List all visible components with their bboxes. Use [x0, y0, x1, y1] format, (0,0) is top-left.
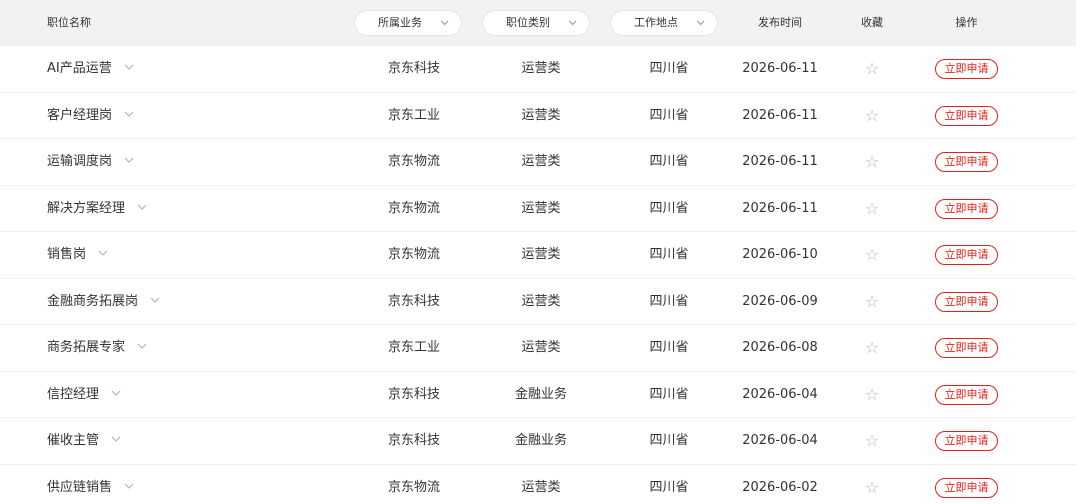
table-row[interactable]: 商务拓展专家 京东工业 运营类 四川省 2026-06-08 ☆ 立即申请: [0, 325, 1076, 372]
business-value: 京东科技: [388, 61, 441, 76]
publish-date: 2026-06-04: [742, 386, 818, 402]
location-value: 四川省: [649, 293, 689, 309]
apply-cell: 立即申请: [935, 245, 998, 265]
location-value: 四川省: [649, 247, 689, 262]
table-row[interactable]: AI产品运营 京东科技 运营类 四川省 2026-06-11 ☆ 立即申请: [0, 46, 1076, 93]
table-row[interactable]: 客户经理岗 京东工业 运营类 四川省 2026-06-11 ☆ 立即申请: [0, 93, 1076, 139]
business-value: 京东物流: [388, 200, 441, 216]
publish-date: 2026-06-11: [742, 200, 818, 216]
location-value: 四川省: [649, 200, 689, 216]
location-filter-dropdown[interactable]: 工作地点: [610, 10, 718, 36]
location-filter-label: 工作地点: [634, 16, 678, 29]
publish-date: 2026-06-09: [742, 293, 818, 309]
apply-cell: 立即申请: [935, 384, 998, 405]
apply-cell: 立即申请: [935, 477, 998, 498]
publish-date: 2026-06-11: [742, 107, 818, 123]
location-value: 四川省: [649, 340, 689, 355]
publish-date: 2026-06-11: [742, 61, 818, 76]
business-filter-dropdown[interactable]: 所属业务: [354, 10, 462, 36]
location-value: 四川省: [649, 386, 689, 402]
star-outline-icon[interactable]: ☆: [858, 325, 886, 371]
table-row[interactable]: 信控经理 京东科技 金融业务 四川省 2026-06-04 ☆ 立即申请: [0, 372, 1076, 418]
apply-cell: 立即申请: [935, 198, 998, 219]
apply-button[interactable]: 立即申请: [935, 245, 998, 265]
apply-button[interactable]: 立即申请: [935, 477, 998, 498]
publish-date: 2026-06-11: [742, 154, 818, 169]
apply-cell: 立即申请: [935, 59, 998, 79]
category-value: 运营类: [521, 107, 561, 123]
star-outline-icon[interactable]: ☆: [858, 465, 886, 504]
business-value: 京东物流: [388, 154, 441, 169]
star-outline-icon[interactable]: ☆: [858, 372, 886, 418]
header-job-name: 职位名称: [47, 16, 91, 29]
location-value: 四川省: [649, 154, 689, 169]
business-filter-label: 所属业务: [378, 16, 422, 29]
apply-button[interactable]: 立即申请: [935, 291, 998, 312]
table-row[interactable]: 销售岗 京东物流 运营类 四川省 2026-06-10 ☆ 立即申请: [0, 232, 1076, 279]
chevron-down-icon: [696, 20, 705, 26]
apply-cell: 立即申请: [935, 338, 998, 358]
table-body: AI产品运营 京东科技 运营类 四川省 2026-06-11 ☆ 立即申请 客户…: [0, 46, 1076, 504]
apply-button[interactable]: 立即申请: [935, 384, 998, 405]
star-outline-icon[interactable]: ☆: [858, 418, 886, 464]
star-outline-icon[interactable]: ☆: [858, 232, 886, 278]
business-value: 京东物流: [388, 247, 441, 262]
table-header: 职位名称 所属业务 职位类别 工作地点 发布时间 收藏 操作: [0, 0, 1076, 46]
apply-button[interactable]: 立即申请: [935, 105, 998, 126]
business-value: 京东工业: [388, 107, 441, 123]
category-value: 运营类: [521, 200, 561, 216]
publish-date: 2026-06-10: [742, 247, 818, 262]
location-value: 四川省: [649, 433, 689, 448]
apply-cell: 立即申请: [935, 431, 998, 451]
publish-date: 2026-06-04: [742, 433, 818, 448]
apply-button[interactable]: 立即申请: [935, 338, 998, 358]
header-publish-time: 发布时间: [758, 16, 802, 29]
table-row[interactable]: 金融商务拓展岗 京东科技 运营类 四川省 2026-06-09 ☆ 立即申请: [0, 279, 1076, 325]
star-outline-icon[interactable]: ☆: [858, 46, 886, 92]
category-filter-label: 职位类别: [506, 16, 550, 29]
category-value: 运营类: [521, 154, 561, 169]
star-outline-icon[interactable]: ☆: [858, 93, 886, 139]
publish-date: 2026-06-02: [742, 479, 818, 495]
business-value: 京东科技: [388, 433, 441, 448]
category-value: 运营类: [521, 479, 561, 495]
category-value: 运营类: [521, 61, 561, 76]
apply-button[interactable]: 立即申请: [935, 198, 998, 219]
apply-button[interactable]: 立即申请: [935, 59, 998, 79]
location-value: 四川省: [649, 107, 689, 123]
business-value: 京东工业: [388, 340, 441, 355]
table-row[interactable]: 运输调度岗 京东物流 运营类 四川省 2026-06-11 ☆ 立即申请: [0, 139, 1076, 186]
table-row[interactable]: 催收主管 京东科技 金融业务 四川省 2026-06-04 ☆ 立即申请: [0, 418, 1076, 465]
category-value: 运营类: [521, 340, 561, 355]
table-row[interactable]: 供应链销售 京东物流 运营类 四川省 2026-06-02 ☆ 立即申请: [0, 465, 1076, 504]
chevron-down-icon: [440, 20, 449, 26]
job-list-table: 职位名称 所属业务 职位类别 工作地点 发布时间 收藏 操作 AI产品运营 京东: [0, 0, 1076, 504]
category-value: 金融业务: [514, 386, 567, 402]
category-filter-dropdown[interactable]: 职位类别: [482, 10, 590, 36]
apply-button[interactable]: 立即申请: [935, 152, 998, 172]
location-value: 四川省: [649, 479, 689, 495]
category-value: 金融业务: [514, 433, 567, 448]
star-outline-icon[interactable]: ☆: [858, 139, 886, 185]
apply-cell: 立即申请: [935, 105, 998, 126]
business-value: 京东科技: [388, 293, 441, 309]
business-value: 京东物流: [388, 479, 441, 495]
publish-date: 2026-06-08: [742, 340, 818, 355]
apply-button[interactable]: 立即申请: [935, 431, 998, 451]
location-value: 四川省: [649, 61, 689, 76]
apply-cell: 立即申请: [935, 291, 998, 312]
chevron-down-icon: [568, 20, 577, 26]
header-favorite: 收藏: [861, 16, 883, 29]
star-outline-icon[interactable]: ☆: [858, 279, 886, 325]
star-outline-icon[interactable]: ☆: [858, 186, 886, 232]
apply-cell: 立即申请: [935, 152, 998, 172]
category-value: 运营类: [521, 293, 561, 309]
category-value: 运营类: [521, 247, 561, 262]
table-row[interactable]: 解决方案经理 京东物流 运营类 四川省 2026-06-11 ☆ 立即申请: [0, 186, 1076, 232]
header-actions: 操作: [955, 16, 978, 29]
business-value: 京东科技: [388, 386, 441, 402]
